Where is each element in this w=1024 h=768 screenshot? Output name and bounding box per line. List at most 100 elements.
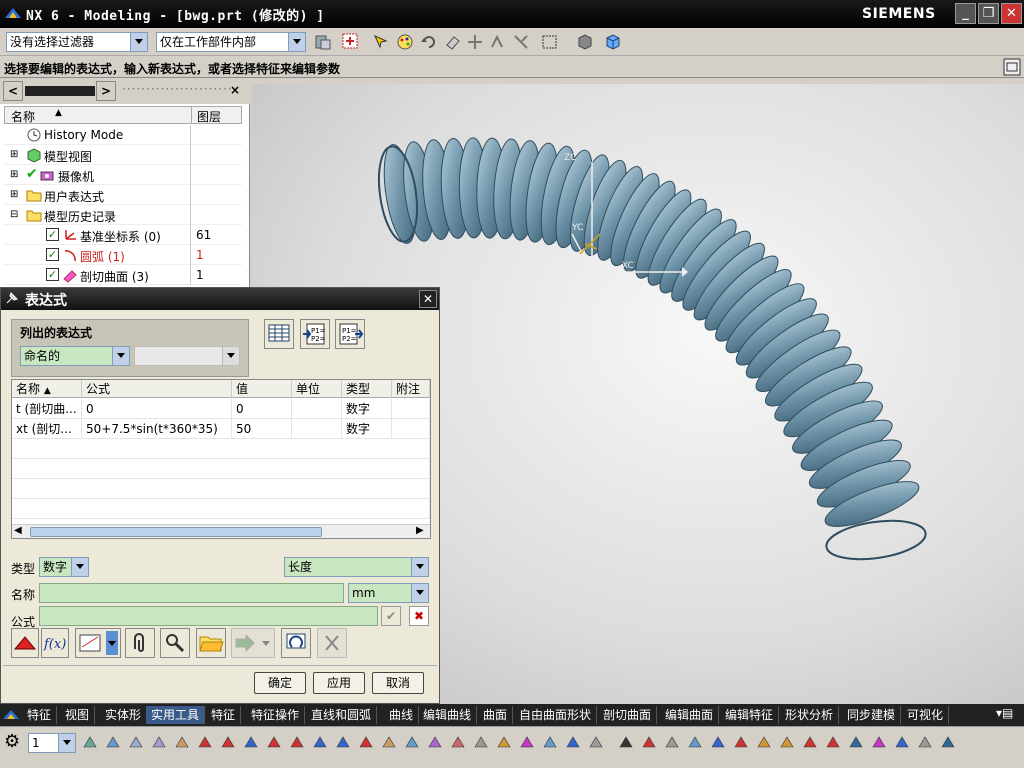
measure-button[interactable] [75,628,121,658]
copy-icon[interactable] [82,734,98,750]
scrollbar-thumb[interactable] [30,527,322,537]
reference-button[interactable] [125,628,155,658]
view-icon[interactable] [894,734,910,750]
line-icon[interactable] [197,734,213,750]
nav-row-history-mode[interactable]: History Mode [4,125,242,145]
selection-scope-dropdown[interactable]: 仅在工作部件内部 [156,32,306,52]
revolve-icon[interactable] [404,734,420,750]
cube-gray-icon[interactable] [576,33,594,51]
reject-edit-button[interactable]: ✖ [409,606,429,626]
cube-blue-icon[interactable] [604,33,622,51]
col-unit-header[interactable]: 单位 [292,380,342,398]
paint-icon[interactable] [940,734,956,750]
toolbar-tab[interactable]: 实用工具 [146,706,206,724]
ruler-icon[interactable] [756,734,772,750]
link-button[interactable] [160,628,190,658]
toolbar-tab[interactable]: 特征 [206,706,242,724]
navigator-forward-button[interactable]: > [96,81,116,101]
sweep-icon[interactable] [427,734,443,750]
toolbar-tab[interactable]: 实体形 [100,706,148,724]
toolbar-tab[interactable]: 剖切曲面 [598,706,658,724]
blend-icon[interactable] [450,734,466,750]
distance-icon[interactable] [825,734,841,750]
radius-icon[interactable] [802,734,818,750]
navigator-back-button[interactable]: < [3,81,23,101]
vector-icon[interactable] [358,734,374,750]
scroll-left-icon[interactable]: ◀ [14,525,22,536]
spreadsheet-edit-button[interactable] [264,319,294,349]
analysis-icon[interactable] [710,734,726,750]
layer-dropdown[interactable]: 1 [28,733,76,753]
point-icon[interactable] [220,734,236,750]
feature-checkbox[interactable]: ✓ [46,248,59,261]
info-icon[interactable] [848,734,864,750]
name-field[interactable] [39,583,344,603]
col-note-header[interactable]: 附注 [392,380,430,398]
move-layer-icon[interactable] [151,734,167,750]
export-expressions-button[interactable]: P1= P2= [335,319,365,349]
axis-icon[interactable] [312,734,328,750]
listed-expressions-dropdown[interactable]: 命名的 [20,346,130,366]
import-expressions-button[interactable]: P1= P2= [300,319,330,349]
palette-icon[interactable] [871,734,887,750]
toolbar-tab[interactable]: 特征操作 [246,706,306,724]
refresh-button[interactable] [281,628,311,658]
navigator-close-button[interactable]: × [230,83,240,97]
import-toggle-button[interactable] [11,628,39,658]
layers-icon[interactable] [128,734,144,750]
function-button[interactable]: f(x) [41,628,69,658]
grid-icon[interactable] [618,734,634,750]
palette-icon[interactable] [396,33,414,51]
secondary-filter-dropdown[interactable] [134,346,240,366]
eraser-icon[interactable] [444,33,462,51]
maximize-button[interactable]: ❐ [978,3,999,24]
gear-icon[interactable]: ⚙ [4,731,20,752]
snap-point-icon[interactable] [342,33,360,51]
pointer-icon[interactable] [372,33,390,51]
tabs-menu-icon[interactable]: ▾▤ [996,706,1013,720]
spline-icon[interactable] [266,734,282,750]
toolbar-tab[interactable]: 视图 [60,706,96,724]
dimension-icon[interactable] [641,734,657,750]
nav-row-cameras[interactable]: ⊞ ✔ 摄像机 [4,165,242,185]
col-value-header[interactable]: 值 [232,380,292,398]
ok-button[interactable]: 确定 [254,672,306,694]
layout-icon[interactable] [917,734,933,750]
trim-icon[interactable] [519,734,535,750]
expand-icon[interactable]: ⊞ [10,189,18,200]
drag-icon[interactable] [488,33,506,51]
toolbar-tab[interactable]: 编辑曲面 [660,706,720,724]
unit-dropdown[interactable]: mm [348,583,429,603]
restore-layout-icon[interactable] [1003,58,1021,76]
angle-icon[interactable] [779,734,795,750]
col-name-header[interactable]: 名称 [11,108,35,125]
csys-icon[interactable] [335,734,351,750]
toolbar-tab[interactable]: 直线和圆弧 [306,706,378,724]
toolbar-tab[interactable]: 曲面 [478,706,514,724]
minimize-button[interactable]: _ [955,3,976,24]
toolbar-tab[interactable]: 曲线 [384,706,420,724]
pattern-icon[interactable] [588,734,604,750]
apply-button[interactable]: 应用 [313,672,365,694]
expand-icon[interactable]: ⊞ [10,149,18,160]
toolbar-tab[interactable]: 可视化 [902,706,950,724]
nav-row-model-views[interactable]: ⊞ 模型视图 [4,145,242,165]
transform-icon[interactable] [512,33,530,51]
undo-icon[interactable] [420,33,438,51]
nav-row-section-surface[interactable]: ✓ 剖切曲面 (3) 1 [4,265,242,285]
offset-icon[interactable] [542,734,558,750]
feature-checkbox[interactable]: ✓ [46,268,59,281]
forward-arrow-button[interactable] [231,628,275,658]
navigator-scroll-track[interactable] [25,86,95,96]
open-file-button[interactable] [196,628,226,658]
toolbar-tab[interactable]: 同步建模 [842,706,902,724]
paste-icon[interactable] [105,734,121,750]
rotate-icon[interactable] [174,734,190,750]
nav-row-user-expressions[interactable]: ⊞ 用户表达式 [4,185,242,205]
toolbar-tab[interactable]: 编辑特征 [720,706,780,724]
nav-row-model-history[interactable]: ⊟ 模型历史记录 [4,205,242,225]
edit-icon[interactable] [496,734,512,750]
rectangle-select-icon[interactable] [541,33,559,51]
scroll-right-icon[interactable]: ▶ [416,525,424,536]
delete-button[interactable] [317,628,347,658]
